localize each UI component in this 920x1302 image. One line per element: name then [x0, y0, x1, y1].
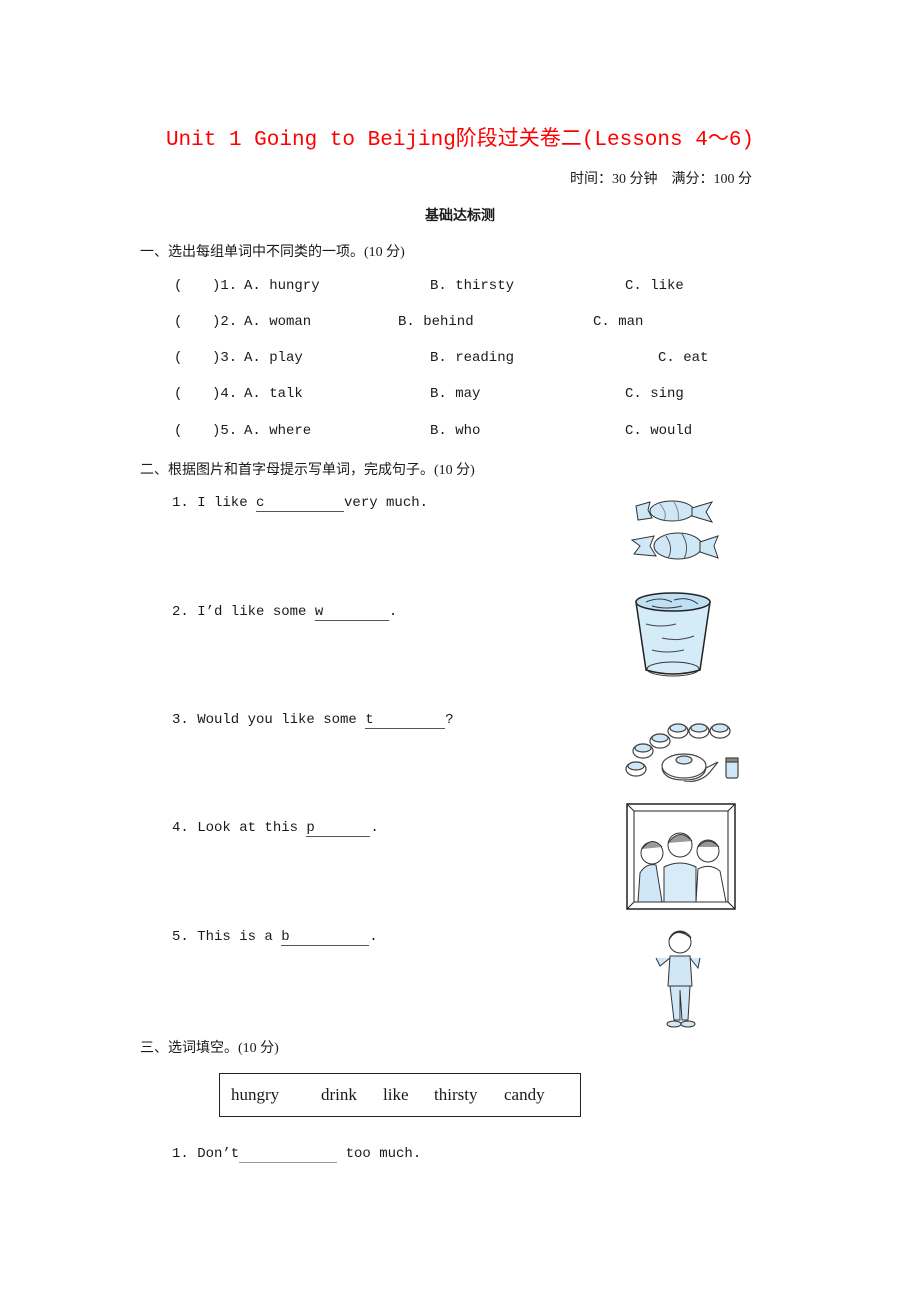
question-number: )1.	[212, 278, 238, 294]
exam-meta: 时间：30 分钟 满分：100 分	[570, 168, 752, 188]
question-number: )5.	[212, 423, 238, 439]
answer-blank[interactable]: c	[256, 495, 345, 512]
question-text-end: .	[369, 929, 378, 945]
question-text-end: .	[388, 604, 398, 620]
hint-letter: c	[256, 495, 265, 511]
hint-letter: w	[314, 604, 324, 620]
option-a: A. where	[244, 423, 312, 439]
question-text: 4. Look at this	[172, 820, 307, 836]
glass-of-water-icon	[635, 592, 711, 677]
section2-question-2: 2. I’d like some w.	[172, 604, 397, 621]
question-text-end: too much.	[337, 1146, 422, 1162]
word-bank-item: like	[383, 1085, 409, 1104]
option-b: B. behind	[398, 314, 474, 330]
option-c: C. would	[625, 423, 693, 439]
answer-blank[interactable]: b	[281, 929, 370, 946]
option-b: B. may	[430, 386, 481, 402]
option-a: A. woman	[244, 314, 312, 330]
tea-set-icon	[625, 723, 739, 782]
answer-blank[interactable]: t	[365, 712, 446, 729]
answer-paren[interactable]: (	[174, 278, 182, 294]
word-bank-item: hungry	[231, 1085, 280, 1104]
full-score: 满分：100 分	[671, 172, 753, 187]
question-text: 1. I like	[172, 495, 257, 511]
option-b: B. who	[430, 423, 481, 439]
option-a: A. hungry	[244, 278, 320, 294]
section3-question-1: 1. Don’t too much.	[172, 1146, 421, 1163]
question-text: 1. Don’t	[172, 1146, 240, 1162]
section2-heading: 二、根据图片和首字母提示写单词，完成句子。(10 分)	[140, 463, 475, 478]
question-number: )4.	[212, 386, 238, 402]
option-c: C. eat	[658, 350, 709, 366]
answer-paren[interactable]: (	[174, 314, 182, 330]
answer-blank[interactable]: p	[306, 820, 371, 837]
question-text-end: very much.	[344, 495, 429, 511]
hint-letter: t	[365, 712, 374, 728]
framed-photo-icon	[626, 803, 736, 910]
question-text-end: .	[370, 820, 379, 836]
time-limit: 时间：30 分钟	[570, 172, 658, 187]
answer-paren[interactable]: (	[174, 386, 182, 402]
boy-icon	[655, 930, 701, 1028]
candy-icon	[630, 500, 719, 560]
question-number: )2.	[212, 314, 238, 330]
word-bank-item: candy	[504, 1085, 545, 1104]
section2-question-3: 3. Would you like some t?	[172, 712, 454, 729]
question-text: 3. Would you like some	[172, 712, 366, 728]
question-text-end: ?	[445, 712, 454, 728]
question-text: 5. This is a	[172, 929, 282, 945]
section2-question-1: 1. I like c very much.	[172, 495, 428, 512]
option-a: A. play	[244, 350, 303, 366]
option-c: C. sing	[625, 386, 684, 402]
option-c: C. man	[593, 314, 644, 330]
option-b: B. reading	[430, 350, 515, 366]
section-group-title: 基础达标测	[425, 208, 495, 224]
option-b: B. thirsty	[430, 278, 515, 294]
word-bank-item: thirsty	[434, 1085, 478, 1104]
answer-blank[interactable]	[239, 1146, 338, 1163]
answer-paren[interactable]: (	[174, 423, 182, 439]
word-bank-item: drink	[321, 1085, 357, 1104]
section1-heading: 一、选出每组单词中不同类的一项。(10 分)	[140, 245, 405, 260]
answer-paren[interactable]: (	[174, 350, 182, 366]
section2-question-4: 4. Look at this p.	[172, 820, 379, 837]
hint-letter: p	[306, 820, 315, 836]
section3-heading: 三、选词填空。(10 分)	[140, 1041, 279, 1056]
question-text: 2. I’d like some	[172, 604, 315, 620]
option-c: C. like	[625, 278, 684, 294]
answer-blank[interactable]: w	[314, 604, 389, 621]
question-number: )3.	[212, 350, 238, 366]
hint-letter: b	[281, 929, 290, 945]
word-bank: hungry drink like thirsty candy	[219, 1073, 581, 1117]
option-a: A. talk	[244, 386, 303, 402]
section2-question-5: 5. This is a b.	[172, 929, 378, 946]
page-title: Unit 1 Going to Beijing阶段过关卷二(Lessons 4～…	[165, 129, 755, 152]
